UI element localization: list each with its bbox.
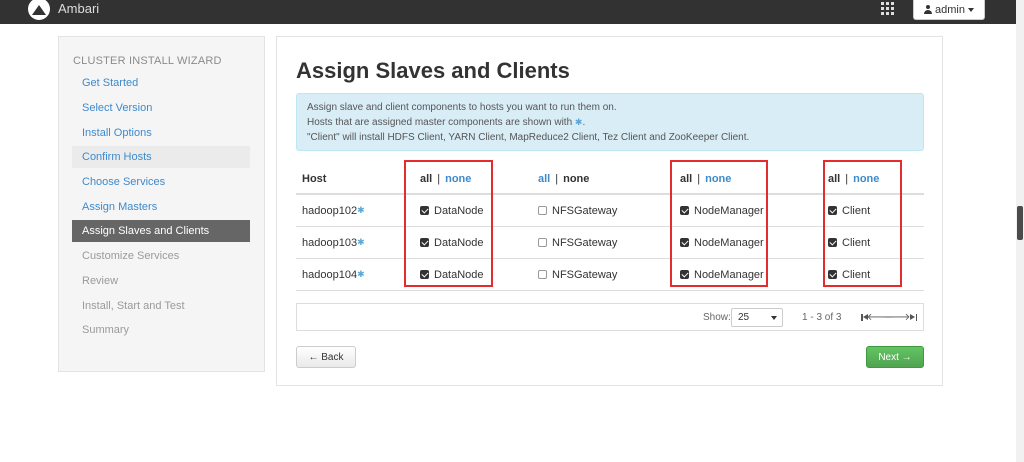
separator: |	[555, 173, 559, 185]
last-page-icon	[909, 313, 917, 321]
nodemanager-highlight-box	[670, 160, 768, 287]
host-cell: hadoop102 ✱	[302, 195, 365, 226]
client-highlight-box	[823, 160, 902, 287]
nfsgateway-none-link[interactable]: none	[563, 173, 589, 185]
info-alert: Assign slave and client components to ho…	[296, 93, 924, 151]
sidebar-item-confirm-hosts[interactable]: Confirm Hosts	[72, 146, 250, 168]
page-size-value: 25	[738, 312, 750, 323]
next-page-button[interactable]: 🡒	[884, 310, 911, 324]
nfsgateway-checkbox-cell[interactable]: NFSGateway	[538, 195, 617, 226]
last-page-button[interactable]	[907, 310, 919, 324]
nfsgateway-checkbox-cell[interactable]: NFSGateway	[538, 259, 617, 290]
sidebar-item-install-start-test: Install, Start and Test	[82, 300, 185, 312]
sidebar-item-choose-services[interactable]: Choose Services	[72, 171, 250, 193]
alert-line-2: Hosts that are assigned master component…	[307, 115, 913, 130]
host-column-header: Host	[302, 173, 327, 185]
page-size-select[interactable]: 25	[731, 308, 783, 327]
checkbox-label: NFSGateway	[552, 204, 618, 217]
host-name: hadoop104	[302, 268, 358, 281]
pager-info: 1 - 3 of 3	[802, 312, 842, 323]
nfsgateway-checkbox[interactable]	[538, 238, 547, 247]
main-panel: Assign Slaves and Clients Assign slave a…	[276, 36, 943, 386]
table-pager: Show: 25 1 - 3 of 3 🡐 🡒	[296, 303, 924, 331]
sidebar-item-customize-services: Customize Services	[82, 250, 180, 262]
master-star-icon: ✱	[357, 269, 365, 279]
caret-down-icon	[967, 7, 974, 12]
sidebar-header: CLUSTER INSTALL WIZARD	[73, 55, 222, 67]
page-title: Assign Slaves and Clients	[296, 58, 570, 83]
checkbox-label: NFSGateway	[552, 236, 618, 249]
nfsgateway-checkbox-cell[interactable]: NFSGateway	[538, 227, 617, 258]
top-navbar: Ambari admin	[0, 0, 1016, 24]
host-name: hadoop103	[302, 236, 358, 249]
master-star-icon: ✱	[357, 237, 365, 247]
master-star-icon: ✱	[357, 205, 365, 215]
sidebar-item-review: Review	[82, 275, 119, 287]
next-button[interactable]: Next →	[866, 346, 924, 368]
back-button[interactable]: ← Back	[296, 346, 356, 368]
alert-line-2-text: Hosts that are assigned master component…	[307, 117, 573, 128]
page-scrollbar[interactable]	[1016, 0, 1024, 462]
sidebar-item-install-options[interactable]: Install Options	[72, 122, 250, 144]
brand-name: Ambari	[58, 0, 100, 16]
sidebar-item-assign-masters[interactable]: Assign Masters	[72, 196, 250, 218]
sidebar-item-summary: Summary	[82, 324, 130, 336]
nfsgateway-checkbox[interactable]	[538, 270, 547, 279]
alert-line-3: "Client" will install HDFS Client, YARN …	[307, 132, 750, 143]
ambari-logo-icon	[28, 0, 50, 20]
host-cell: hadoop104 ✱	[302, 259, 365, 290]
user-icon	[924, 5, 933, 14]
sidebar-item-get-started[interactable]: Get Started	[72, 72, 250, 94]
chevron-down-icon	[771, 316, 777, 320]
checkbox-label: NFSGateway	[552, 268, 618, 281]
views-grid-icon[interactable]	[881, 2, 894, 15]
pager-show-label: Show:	[703, 312, 731, 323]
nfsgateway-checkbox[interactable]	[538, 206, 547, 215]
host-name: hadoop102	[302, 204, 358, 217]
datanode-highlight-box	[404, 160, 493, 287]
sidebar-item-select-version[interactable]: Select Version	[72, 97, 250, 119]
host-cell: hadoop103 ✱	[302, 227, 365, 258]
wizard-sidebar: CLUSTER INSTALL WIZARD Get Started Selec…	[58, 36, 265, 372]
scrollbar-thumb[interactable]	[1017, 206, 1023, 240]
nfsgateway-all-link[interactable]: all	[538, 173, 550, 185]
sidebar-item-assign-slaves[interactable]: Assign Slaves and Clients	[72, 220, 250, 242]
alert-line-1: Assign slave and client components to ho…	[307, 102, 617, 113]
user-menu-button[interactable]: admin	[913, 0, 985, 20]
user-name: admin	[935, 3, 965, 16]
brand[interactable]: Ambari	[28, 0, 99, 24]
nfsgateway-column-header: all | none	[538, 165, 589, 193]
alert-line-2-suffix: .	[582, 117, 586, 128]
